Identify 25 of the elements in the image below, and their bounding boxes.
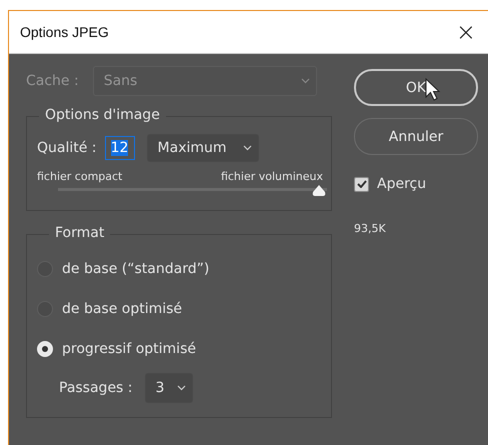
window-title: Options JPEG <box>20 24 109 40</box>
file-size: 93,5K <box>354 222 387 235</box>
cache-label: Cache : <box>26 73 79 89</box>
cursor-icon <box>425 78 441 102</box>
passes-label: Passages : <box>59 380 133 396</box>
group-title: Options d'image <box>39 107 166 123</box>
chevron-icon <box>300 78 310 84</box>
close-button[interactable]: × <box>456 20 476 44</box>
quality-dropdown[interactable]: Maximum <box>146 134 259 162</box>
radio-option[interactable]: de base (“standard”) <box>37 249 331 289</box>
preview-checkbox[interactable] <box>354 176 369 192</box>
passes-dropdown[interactable]: 3 <box>144 373 193 403</box>
preview-label: Aperçu <box>377 176 426 192</box>
slider-min-label: fichier compact <box>37 170 122 183</box>
quality-label: Qualité : <box>37 140 97 156</box>
quality-input[interactable]: 12 <box>104 136 135 160</box>
slider-max-label: fichier volumineux <box>220 170 323 183</box>
ok-button[interactable]: OK <box>354 69 478 106</box>
slider-thumb[interactable] <box>311 185 327 197</box>
cancel-button[interactable]: Annuler <box>354 118 478 155</box>
chevron-icon <box>176 385 186 391</box>
radio-option[interactable]: de base optimisé <box>37 289 331 329</box>
quality-slider[interactable] <box>58 184 327 198</box>
chevron-icon <box>242 145 252 151</box>
radio-option[interactable]: progressif optimisé <box>37 329 331 369</box>
